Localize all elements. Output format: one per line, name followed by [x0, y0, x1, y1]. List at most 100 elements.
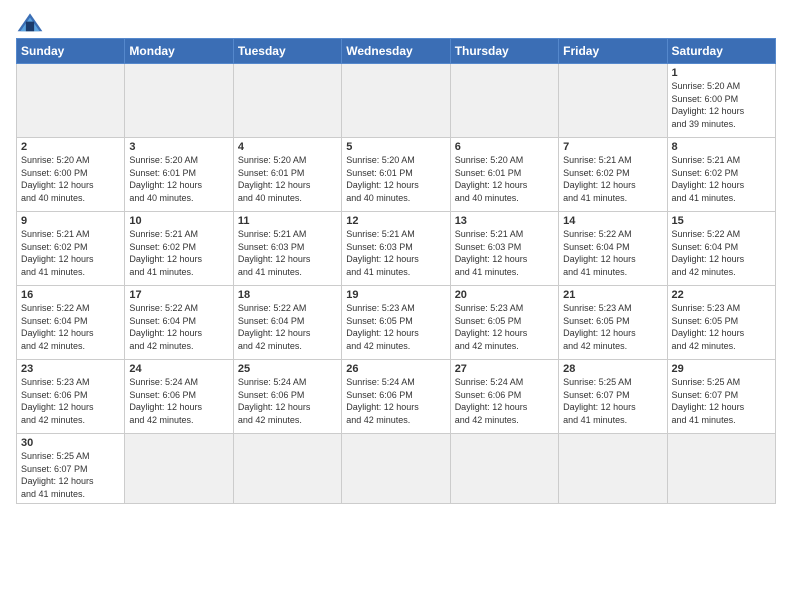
day-info: Sunrise: 5:23 AM Sunset: 6:05 PM Dayligh… — [563, 302, 662, 352]
day-info: Sunrise: 5:22 AM Sunset: 6:04 PM Dayligh… — [563, 228, 662, 278]
day-info: Sunrise: 5:25 AM Sunset: 6:07 PM Dayligh… — [21, 450, 120, 500]
day-number: 17 — [129, 289, 228, 301]
day-cell: 20Sunrise: 5:23 AM Sunset: 6:05 PM Dayli… — [450, 286, 558, 360]
week-row-5: 30Sunrise: 5:25 AM Sunset: 6:07 PM Dayli… — [17, 434, 776, 504]
day-info: Sunrise: 5:20 AM Sunset: 6:01 PM Dayligh… — [129, 154, 228, 204]
day-cell: 25Sunrise: 5:24 AM Sunset: 6:06 PM Dayli… — [233, 360, 341, 434]
day-info: Sunrise: 5:23 AM Sunset: 6:05 PM Dayligh… — [455, 302, 554, 352]
col-header-thursday: Thursday — [450, 39, 558, 64]
day-cell: 30Sunrise: 5:25 AM Sunset: 6:07 PM Dayli… — [17, 434, 125, 504]
day-cell: 26Sunrise: 5:24 AM Sunset: 6:06 PM Dayli… — [342, 360, 450, 434]
day-cell: 2Sunrise: 5:20 AM Sunset: 6:00 PM Daylig… — [17, 138, 125, 212]
day-info: Sunrise: 5:22 AM Sunset: 6:04 PM Dayligh… — [21, 302, 120, 352]
header-row: SundayMondayTuesdayWednesdayThursdayFrid… — [17, 39, 776, 64]
day-number: 9 — [21, 215, 120, 227]
day-number: 5 — [346, 141, 445, 153]
day-info: Sunrise: 5:23 AM Sunset: 6:06 PM Dayligh… — [21, 376, 120, 426]
day-number: 4 — [238, 141, 337, 153]
day-cell: 19Sunrise: 5:23 AM Sunset: 6:05 PM Dayli… — [342, 286, 450, 360]
day-cell: 18Sunrise: 5:22 AM Sunset: 6:04 PM Dayli… — [233, 286, 341, 360]
week-row-0: 1Sunrise: 5:20 AM Sunset: 6:00 PM Daylig… — [17, 64, 776, 138]
day-cell — [559, 64, 667, 138]
day-cell: 13Sunrise: 5:21 AM Sunset: 6:03 PM Dayli… — [450, 212, 558, 286]
day-info: Sunrise: 5:25 AM Sunset: 6:07 PM Dayligh… — [672, 376, 771, 426]
week-row-1: 2Sunrise: 5:20 AM Sunset: 6:00 PM Daylig… — [17, 138, 776, 212]
day-cell: 23Sunrise: 5:23 AM Sunset: 6:06 PM Dayli… — [17, 360, 125, 434]
day-cell: 10Sunrise: 5:21 AM Sunset: 6:02 PM Dayli… — [125, 212, 233, 286]
day-cell: 17Sunrise: 5:22 AM Sunset: 6:04 PM Dayli… — [125, 286, 233, 360]
day-info: Sunrise: 5:21 AM Sunset: 6:03 PM Dayligh… — [346, 228, 445, 278]
day-info: Sunrise: 5:21 AM Sunset: 6:02 PM Dayligh… — [672, 154, 771, 204]
day-cell: 21Sunrise: 5:23 AM Sunset: 6:05 PM Dayli… — [559, 286, 667, 360]
day-cell — [233, 64, 341, 138]
col-header-saturday: Saturday — [667, 39, 775, 64]
day-info: Sunrise: 5:20 AM Sunset: 6:00 PM Dayligh… — [21, 154, 120, 204]
logo — [16, 12, 48, 34]
day-number: 25 — [238, 363, 337, 375]
calendar-header: SundayMondayTuesdayWednesdayThursdayFrid… — [17, 39, 776, 64]
day-cell: 16Sunrise: 5:22 AM Sunset: 6:04 PM Dayli… — [17, 286, 125, 360]
header — [16, 12, 776, 34]
day-cell — [125, 434, 233, 504]
generalblue-logo-icon — [16, 12, 44, 34]
day-info: Sunrise: 5:22 AM Sunset: 6:04 PM Dayligh… — [672, 228, 771, 278]
day-number: 22 — [672, 289, 771, 301]
col-header-wednesday: Wednesday — [342, 39, 450, 64]
day-number: 14 — [563, 215, 662, 227]
calendar-table: SundayMondayTuesdayWednesdayThursdayFrid… — [16, 38, 776, 504]
day-cell: 3Sunrise: 5:20 AM Sunset: 6:01 PM Daylig… — [125, 138, 233, 212]
day-info: Sunrise: 5:20 AM Sunset: 6:00 PM Dayligh… — [672, 80, 771, 130]
day-cell — [667, 434, 775, 504]
day-info: Sunrise: 5:24 AM Sunset: 6:06 PM Dayligh… — [346, 376, 445, 426]
day-info: Sunrise: 5:23 AM Sunset: 6:05 PM Dayligh… — [672, 302, 771, 352]
day-cell — [125, 64, 233, 138]
week-row-4: 23Sunrise: 5:23 AM Sunset: 6:06 PM Dayli… — [17, 360, 776, 434]
day-cell: 9Sunrise: 5:21 AM Sunset: 6:02 PM Daylig… — [17, 212, 125, 286]
day-number: 8 — [672, 141, 771, 153]
day-cell: 27Sunrise: 5:24 AM Sunset: 6:06 PM Dayli… — [450, 360, 558, 434]
day-cell: 8Sunrise: 5:21 AM Sunset: 6:02 PM Daylig… — [667, 138, 775, 212]
day-number: 3 — [129, 141, 228, 153]
day-info: Sunrise: 5:21 AM Sunset: 6:02 PM Dayligh… — [563, 154, 662, 204]
day-cell: 7Sunrise: 5:21 AM Sunset: 6:02 PM Daylig… — [559, 138, 667, 212]
day-number: 15 — [672, 215, 771, 227]
col-header-tuesday: Tuesday — [233, 39, 341, 64]
day-info: Sunrise: 5:22 AM Sunset: 6:04 PM Dayligh… — [238, 302, 337, 352]
col-header-sunday: Sunday — [17, 39, 125, 64]
calendar-body: 1Sunrise: 5:20 AM Sunset: 6:00 PM Daylig… — [17, 64, 776, 504]
day-info: Sunrise: 5:21 AM Sunset: 6:03 PM Dayligh… — [238, 228, 337, 278]
day-number: 19 — [346, 289, 445, 301]
day-number: 18 — [238, 289, 337, 301]
day-cell: 1Sunrise: 5:20 AM Sunset: 6:00 PM Daylig… — [667, 64, 775, 138]
day-cell: 29Sunrise: 5:25 AM Sunset: 6:07 PM Dayli… — [667, 360, 775, 434]
day-number: 12 — [346, 215, 445, 227]
day-info: Sunrise: 5:21 AM Sunset: 6:02 PM Dayligh… — [21, 228, 120, 278]
day-cell — [450, 434, 558, 504]
day-cell — [17, 64, 125, 138]
page-container: SundayMondayTuesdayWednesdayThursdayFrid… — [0, 0, 792, 512]
day-cell: 12Sunrise: 5:21 AM Sunset: 6:03 PM Dayli… — [342, 212, 450, 286]
day-cell: 22Sunrise: 5:23 AM Sunset: 6:05 PM Dayli… — [667, 286, 775, 360]
day-number: 27 — [455, 363, 554, 375]
day-cell: 24Sunrise: 5:24 AM Sunset: 6:06 PM Dayli… — [125, 360, 233, 434]
day-cell: 28Sunrise: 5:25 AM Sunset: 6:07 PM Dayli… — [559, 360, 667, 434]
day-info: Sunrise: 5:21 AM Sunset: 6:03 PM Dayligh… — [455, 228, 554, 278]
day-cell — [559, 434, 667, 504]
day-info: Sunrise: 5:25 AM Sunset: 6:07 PM Dayligh… — [563, 376, 662, 426]
col-header-monday: Monday — [125, 39, 233, 64]
day-number: 6 — [455, 141, 554, 153]
day-info: Sunrise: 5:22 AM Sunset: 6:04 PM Dayligh… — [129, 302, 228, 352]
day-info: Sunrise: 5:20 AM Sunset: 6:01 PM Dayligh… — [238, 154, 337, 204]
day-info: Sunrise: 5:24 AM Sunset: 6:06 PM Dayligh… — [238, 376, 337, 426]
day-number: 28 — [563, 363, 662, 375]
day-number: 29 — [672, 363, 771, 375]
day-cell: 5Sunrise: 5:20 AM Sunset: 6:01 PM Daylig… — [342, 138, 450, 212]
day-number: 20 — [455, 289, 554, 301]
day-info: Sunrise: 5:24 AM Sunset: 6:06 PM Dayligh… — [129, 376, 228, 426]
week-row-3: 16Sunrise: 5:22 AM Sunset: 6:04 PM Dayli… — [17, 286, 776, 360]
day-number: 24 — [129, 363, 228, 375]
day-cell — [342, 64, 450, 138]
day-cell — [450, 64, 558, 138]
day-number: 7 — [563, 141, 662, 153]
day-cell: 11Sunrise: 5:21 AM Sunset: 6:03 PM Dayli… — [233, 212, 341, 286]
